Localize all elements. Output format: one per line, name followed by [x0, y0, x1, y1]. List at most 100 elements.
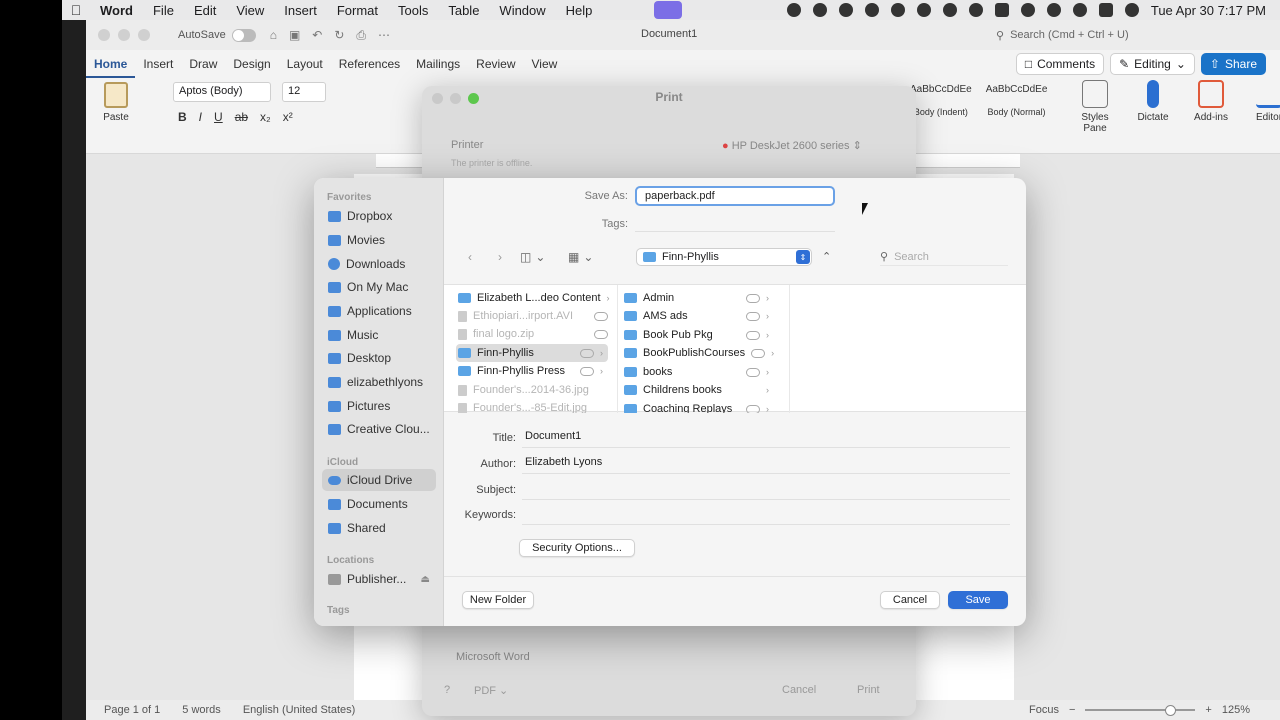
mail-icon[interactable]: [890, 3, 905, 17]
security-options-button[interactable]: Security Options...: [519, 539, 635, 557]
bluetooth-icon[interactable]: [968, 3, 983, 17]
more-icon[interactable]: ⋯: [378, 28, 390, 43]
tab-insert[interactable]: Insert: [135, 50, 181, 78]
list-item[interactable]: Admin ›: [622, 289, 774, 307]
print-icon[interactable]: ⎙: [356, 28, 366, 43]
paste-button[interactable]: Paste: [96, 82, 136, 123]
bold-icon[interactable]: B: [178, 110, 187, 124]
underline-icon[interactable]: U: [214, 110, 223, 124]
pdf-menu-button[interactable]: PDF ⌄: [474, 684, 508, 697]
menu-app-word[interactable]: Word: [90, 3, 143, 18]
search-box[interactable]: ⚲ Search (Cmd + Ctrl + U): [996, 25, 1280, 45]
save-icon[interactable]: ▣: [289, 28, 300, 43]
list-item[interactable]: AMS ads ›: [622, 307, 774, 325]
save-button[interactable]: Save: [948, 591, 1008, 609]
sidebar-item-downloads[interactable]: Downloads: [322, 253, 436, 275]
sidebar-item-applications[interactable]: Applications: [322, 300, 436, 322]
minimize-window-button[interactable]: [118, 29, 130, 41]
tab-review[interactable]: Review: [468, 50, 523, 78]
extension-icon[interactable]: [812, 3, 827, 17]
superscript-icon[interactable]: x²: [283, 110, 293, 124]
home-icon[interactable]: ⌂: [270, 28, 277, 43]
menu-edit[interactable]: Edit: [184, 3, 226, 18]
comments-button[interactable]: □ Comments: [1015, 53, 1105, 75]
print-button[interactable]: Print: [857, 684, 880, 696]
dictate-button[interactable]: Dictate: [1134, 80, 1172, 134]
editor-button[interactable]: Editor: [1250, 80, 1280, 134]
list-item[interactable]: Book Pub Pkg ›: [622, 326, 774, 344]
tab-layout[interactable]: Layout: [279, 50, 331, 78]
status-icon[interactable]: [864, 3, 879, 17]
font-size-select[interactable]: 12: [282, 82, 326, 102]
zoom-out-icon[interactable]: −: [1069, 704, 1075, 716]
menu-help[interactable]: Help: [556, 3, 603, 18]
share-button[interactable]: ⇧ Share: [1200, 53, 1266, 75]
eject-icon[interactable]: ⏏: [421, 574, 430, 585]
column-view-button[interactable]: ◫ ⌄: [520, 248, 558, 266]
tab-home[interactable]: Home: [86, 50, 136, 78]
play-icon[interactable]: [942, 3, 957, 17]
add-ins-button[interactable]: Add-ins: [1192, 80, 1230, 134]
search-field[interactable]: ⚲ Search: [880, 248, 1008, 266]
sidebar-item-documents[interactable]: Documents: [322, 493, 436, 515]
italic-icon[interactable]: I: [199, 110, 202, 124]
save-as-input[interactable]: [635, 186, 835, 206]
title-field[interactable]: Document1: [522, 428, 1010, 448]
tab-view[interactable]: View: [524, 50, 566, 78]
menu-window[interactable]: Window: [489, 3, 555, 18]
battery-icon[interactable]: [994, 3, 1009, 17]
tab-references[interactable]: References: [331, 50, 408, 78]
keywords-field[interactable]: [522, 505, 1010, 525]
menu-insert[interactable]: Insert: [274, 3, 327, 18]
menu-file[interactable]: File: [143, 3, 184, 18]
sidebar-item-desktop[interactable]: Desktop: [322, 347, 436, 369]
printer-select[interactable]: ● HP DeskJet 2600 series ⇕: [722, 139, 862, 152]
back-icon[interactable]: ‹: [460, 248, 480, 266]
siri-icon[interactable]: [1124, 3, 1139, 17]
list-item[interactable]: Finn-Phyllis ›: [456, 344, 608, 362]
minus-icon[interactable]: [916, 3, 931, 17]
user-icon[interactable]: [1046, 3, 1061, 17]
list-item[interactable]: Elizabeth L...deo Content ›: [456, 289, 610, 307]
sidebar-item-home[interactable]: elizabethlyons: [322, 371, 436, 393]
sidebar-item-movies[interactable]: Movies: [322, 229, 436, 251]
styles-pane-button[interactable]: Styles Pane: [1076, 80, 1114, 134]
list-item[interactable]: BookPublishCourses ›: [622, 344, 774, 362]
sidebar-item-dropbox[interactable]: Dropbox: [322, 205, 436, 227]
subscript-icon[interactable]: x₂: [260, 110, 271, 124]
redo-icon[interactable]: ↻: [334, 28, 344, 43]
menubar-clock[interactable]: Tue Apr 30 7:17 PM: [1151, 3, 1266, 18]
list-item[interactable]: Coaching Replays ›: [622, 400, 774, 413]
menu-view[interactable]: View: [226, 3, 274, 18]
undo-icon[interactable]: ↶: [312, 28, 322, 43]
sidebar-item-pictures[interactable]: Pictures: [322, 395, 436, 417]
tags-input[interactable]: [635, 216, 835, 232]
author-field[interactable]: Elizabeth Lyons: [522, 454, 1010, 474]
wifi-icon[interactable]: [1020, 3, 1035, 17]
style-body-normal[interactable]: AaBbCcDdEe Body (Normal): [986, 84, 1048, 117]
control-center-icon[interactable]: [1098, 3, 1113, 17]
tab-draw[interactable]: Draw: [181, 50, 225, 78]
menu-tools[interactable]: Tools: [388, 3, 438, 18]
word-count[interactable]: 5 words: [182, 704, 221, 716]
tab-design[interactable]: Design: [225, 50, 278, 78]
collapse-chevron-icon[interactable]: ⌃: [822, 250, 831, 263]
close-window-button[interactable]: [98, 29, 110, 41]
list-item[interactable]: Childrens books ›: [622, 381, 774, 399]
grammarly-icon[interactable]: [786, 3, 801, 17]
list-item[interactable]: books ›: [622, 363, 774, 381]
cancel-button[interactable]: Cancel: [880, 591, 940, 609]
print-cancel-button[interactable]: Cancel: [782, 684, 816, 696]
screen-share-icon[interactable]: [654, 1, 682, 19]
menu-table[interactable]: Table: [438, 3, 489, 18]
sidebar-item-publisher[interactable]: Publisher... ⏏: [322, 568, 436, 590]
sidebar-item-shared[interactable]: Shared: [322, 517, 436, 539]
autosave-toggle[interactable]: [231, 28, 256, 42]
page-count[interactable]: Page 1 of 1: [104, 704, 160, 716]
spotlight-icon[interactable]: [1072, 3, 1087, 17]
list-item[interactable]: Finn-Phyllis Press ›: [456, 362, 608, 380]
record-icon[interactable]: [838, 3, 853, 17]
sidebar-item-creative-cloud[interactable]: Creative Clou...: [322, 418, 436, 440]
language[interactable]: English (United States): [243, 704, 356, 716]
sidebar-item-music[interactable]: Music: [322, 324, 436, 346]
